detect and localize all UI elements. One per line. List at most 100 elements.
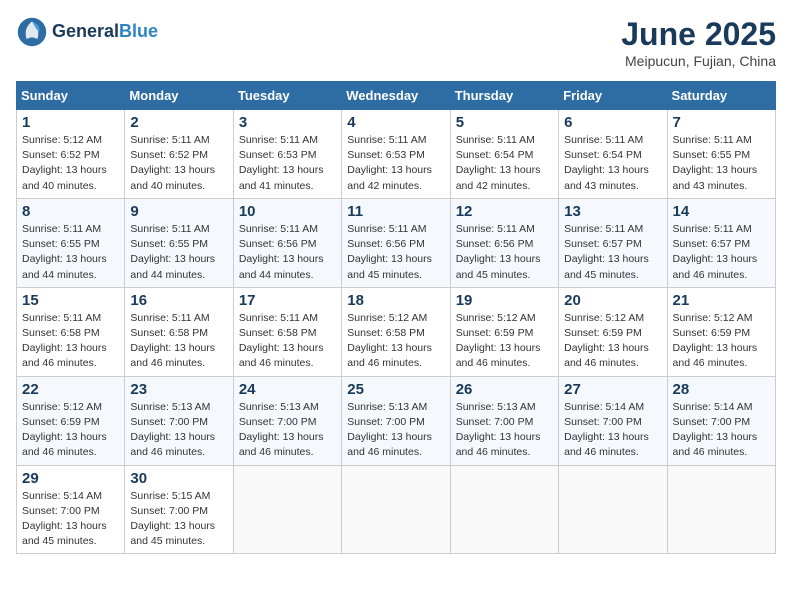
- day-info: Sunrise: 5:15 AMSunset: 7:00 PMDaylight:…: [130, 489, 227, 550]
- day-number: 10: [239, 203, 336, 220]
- calendar-cell: 17 Sunrise: 5:11 AMSunset: 6:58 PMDayligh…: [233, 287, 341, 376]
- calendar-cell: 14 Sunrise: 5:11 AMSunset: 6:57 PMDayligh…: [667, 198, 775, 287]
- day-info: Sunrise: 5:11 AMSunset: 6:54 PMDaylight:…: [456, 133, 553, 194]
- day-number: 25: [347, 381, 444, 398]
- day-info: Sunrise: 5:13 AMSunset: 7:00 PMDaylight:…: [347, 400, 444, 461]
- location: Meipucun, Fujian, China: [621, 53, 776, 69]
- logo-icon: [16, 16, 48, 48]
- weekday-header: Monday: [125, 82, 233, 110]
- calendar-cell: 12 Sunrise: 5:11 AMSunset: 6:56 PMDayligh…: [450, 198, 558, 287]
- calendar-cell: 28Sunrise: 5:14 AMSunset: 7:00 PMDayligh…: [667, 376, 775, 465]
- calendar-row: 15Sunrise: 5:11 AMSunset: 6:58 PMDayligh…: [17, 287, 776, 376]
- month-title: June 2025: [621, 16, 776, 53]
- weekday-header: Thursday: [450, 82, 558, 110]
- day-info: Sunrise: 5:12 AMSunset: 6:58 PMDaylight:…: [347, 311, 444, 372]
- day-info: Sunrise: 5:12 AMSunset: 6:59 PMDaylight:…: [673, 311, 770, 372]
- calendar-cell: 25 Sunrise: 5:13 AMSunset: 7:00 PMDayligh…: [342, 376, 450, 465]
- calendar-cell: [233, 465, 341, 554]
- calendar-cell: 9Sunrise: 5:11 AMSunset: 6:55 PMDaylight…: [125, 198, 233, 287]
- day-number: 20: [564, 292, 661, 309]
- day-info: Sunrise: 5:11 AMSunset: 6:54 PMDaylight:…: [564, 133, 661, 194]
- day-number: 22: [22, 381, 119, 398]
- day-info: Sunrise: 5:13 AMSunset: 7:00 PMDaylight:…: [456, 400, 553, 461]
- weekday-header: Tuesday: [233, 82, 341, 110]
- calendar-cell: 21 Sunrise: 5:12 AMSunset: 6:59 PMDayligh…: [667, 287, 775, 376]
- day-number: 8: [22, 203, 119, 220]
- calendar-table: SundayMondayTuesdayWednesdayThursdayFrid…: [16, 81, 776, 554]
- calendar-cell: 6 Sunrise: 5:11 AMSunset: 6:54 PMDaylight…: [559, 110, 667, 199]
- calendar-cell: 30 Sunrise: 5:15 AMSunset: 7:00 PMDayligh…: [125, 465, 233, 554]
- weekday-header: Sunday: [17, 82, 125, 110]
- day-info: Sunrise: 5:11 AMSunset: 6:56 PMDaylight:…: [456, 222, 553, 283]
- calendar-cell: 19 Sunrise: 5:12 AMSunset: 6:59 PMDayligh…: [450, 287, 558, 376]
- day-number: 30: [130, 470, 227, 487]
- calendar-cell: 15Sunrise: 5:11 AMSunset: 6:58 PMDayligh…: [17, 287, 125, 376]
- calendar-row: 1Sunrise: 5:12 AMSunset: 6:52 PMDaylight…: [17, 110, 776, 199]
- day-info: Sunrise: 5:11 AMSunset: 6:57 PMDaylight:…: [673, 222, 770, 283]
- calendar-cell: 18Sunrise: 5:12 AMSunset: 6:58 PMDayligh…: [342, 287, 450, 376]
- day-info: Sunrise: 5:11 AMSunset: 6:55 PMDaylight:…: [673, 133, 770, 194]
- calendar-row: 8 Sunrise: 5:11 AMSunset: 6:55 PMDaylight…: [17, 198, 776, 287]
- day-info: Sunrise: 5:14 AMSunset: 7:00 PMDaylight:…: [673, 400, 770, 461]
- calendar-cell: 4 Sunrise: 5:11 AMSunset: 6:53 PMDaylight…: [342, 110, 450, 199]
- calendar-cell: 24 Sunrise: 5:13 AMSunset: 7:00 PMDayligh…: [233, 376, 341, 465]
- weekday-header: Wednesday: [342, 82, 450, 110]
- day-info: Sunrise: 5:14 AMSunset: 7:00 PMDaylight:…: [564, 400, 661, 461]
- calendar-cell: 13Sunrise: 5:11 AMSunset: 6:57 PMDayligh…: [559, 198, 667, 287]
- day-number: 12: [456, 203, 553, 220]
- calendar-cell: 8 Sunrise: 5:11 AMSunset: 6:55 PMDaylight…: [17, 198, 125, 287]
- day-number: 24: [239, 381, 336, 398]
- calendar-cell: 22 Sunrise: 5:12 AMSunset: 6:59 PMDayligh…: [17, 376, 125, 465]
- calendar-cell: 7Sunrise: 5:11 AMSunset: 6:55 PMDaylight…: [667, 110, 775, 199]
- day-number: 9: [130, 203, 227, 220]
- weekday-header: Saturday: [667, 82, 775, 110]
- day-info: Sunrise: 5:13 AMSunset: 7:00 PMDaylight:…: [239, 400, 336, 461]
- day-info: Sunrise: 5:11 AMSunset: 6:53 PMDaylight:…: [239, 133, 336, 194]
- day-info: Sunrise: 5:12 AMSunset: 6:59 PMDaylight:…: [564, 311, 661, 372]
- day-info: Sunrise: 5:14 AMSunset: 7:00 PMDaylight:…: [22, 489, 119, 550]
- calendar-cell: 3 Sunrise: 5:11 AMSunset: 6:53 PMDaylight…: [233, 110, 341, 199]
- day-number: 4: [347, 114, 444, 131]
- calendar-row: 29 Sunrise: 5:14 AMSunset: 7:00 PMDayligh…: [17, 465, 776, 554]
- calendar-cell: 27 Sunrise: 5:14 AMSunset: 7:00 PMDayligh…: [559, 376, 667, 465]
- calendar-cell: 16Sunrise: 5:11 AMSunset: 6:58 PMDayligh…: [125, 287, 233, 376]
- day-info: Sunrise: 5:11 AMSunset: 6:58 PMDaylight:…: [239, 311, 336, 372]
- calendar-cell: 5 Sunrise: 5:11 AMSunset: 6:54 PMDaylight…: [450, 110, 558, 199]
- day-number: 14: [673, 203, 770, 220]
- day-number: 3: [239, 114, 336, 131]
- calendar-cell: [342, 465, 450, 554]
- day-info: Sunrise: 5:11 AMSunset: 6:55 PMDaylight:…: [22, 222, 119, 283]
- calendar-cell: 2 Sunrise: 5:11 AMSunset: 6:52 PMDaylight…: [125, 110, 233, 199]
- page-header: GeneralBlue June 2025 Meipucun, Fujian, …: [16, 16, 776, 69]
- day-number: 11: [347, 203, 444, 220]
- day-number: 17: [239, 292, 336, 309]
- weekday-header-row: SundayMondayTuesdayWednesdayThursdayFrid…: [17, 82, 776, 110]
- calendar-cell: 10Sunrise: 5:11 AMSunset: 6:56 PMDayligh…: [233, 198, 341, 287]
- day-number: 19: [456, 292, 553, 309]
- calendar-cell: 20 Sunrise: 5:12 AMSunset: 6:59 PMDayligh…: [559, 287, 667, 376]
- day-info: Sunrise: 5:12 AMSunset: 6:59 PMDaylight:…: [22, 400, 119, 461]
- day-info: Sunrise: 5:11 AMSunset: 6:52 PMDaylight:…: [130, 133, 227, 194]
- day-number: 21: [673, 292, 770, 309]
- logo-text: GeneralBlue: [52, 22, 158, 42]
- day-number: 5: [456, 114, 553, 131]
- calendar-cell: [667, 465, 775, 554]
- calendar-cell: 23Sunrise: 5:13 AMSunset: 7:00 PMDayligh…: [125, 376, 233, 465]
- day-number: 13: [564, 203, 661, 220]
- day-number: 6: [564, 114, 661, 131]
- day-info: Sunrise: 5:11 AMSunset: 6:56 PMDaylight:…: [347, 222, 444, 283]
- day-number: 29: [22, 470, 119, 487]
- day-number: 27: [564, 381, 661, 398]
- day-number: 26: [456, 381, 553, 398]
- day-number: 2: [130, 114, 227, 131]
- calendar-cell: [450, 465, 558, 554]
- day-info: Sunrise: 5:11 AMSunset: 6:53 PMDaylight:…: [347, 133, 444, 194]
- logo: GeneralBlue: [16, 16, 158, 48]
- day-info: Sunrise: 5:12 AMSunset: 6:59 PMDaylight:…: [456, 311, 553, 372]
- calendar-cell: 29 Sunrise: 5:14 AMSunset: 7:00 PMDayligh…: [17, 465, 125, 554]
- calendar-cell: [559, 465, 667, 554]
- weekday-header: Friday: [559, 82, 667, 110]
- day-info: Sunrise: 5:12 AMSunset: 6:52 PMDaylight:…: [22, 133, 119, 194]
- calendar-cell: 26 Sunrise: 5:13 AMSunset: 7:00 PMDayligh…: [450, 376, 558, 465]
- title-block: June 2025 Meipucun, Fujian, China: [621, 16, 776, 69]
